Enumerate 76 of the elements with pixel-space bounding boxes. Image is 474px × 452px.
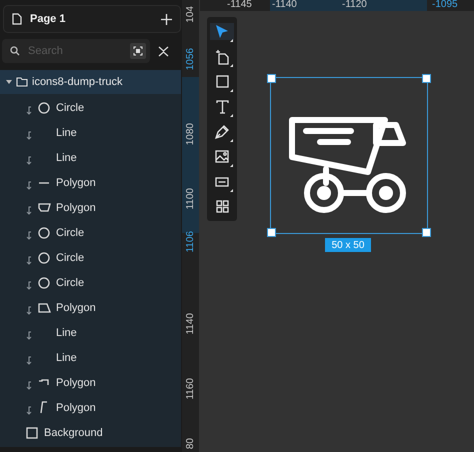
layer-item[interactable]: Polygon — [0, 370, 181, 395]
layer-item[interactable]: Line — [0, 345, 181, 370]
frame-icon — [133, 46, 143, 56]
return-arrow-icon — [26, 206, 32, 215]
selection-box[interactable] — [270, 77, 428, 234]
corner-icon — [40, 401, 48, 414]
page-icon — [12, 13, 22, 25]
resize-handle[interactable] — [267, 228, 276, 237]
page-title: Page 1 — [30, 13, 66, 25]
search-icon — [10, 46, 20, 56]
return-arrow-icon — [26, 181, 32, 190]
ruler-label: -1095 — [432, 0, 458, 10]
trapezoid-icon — [38, 203, 50, 212]
layer-item[interactable]: Polygon — [0, 395, 181, 420]
caret-icon[interactable] — [6, 79, 12, 85]
layer-item[interactable]: Circle — [0, 95, 181, 120]
layer-group[interactable]: icons8-dump-truck — [0, 70, 181, 94]
rectangle-icon[interactable] — [216, 75, 228, 88]
return-arrow-icon — [26, 331, 32, 340]
square-icon — [26, 426, 38, 438]
return-arrow-icon — [26, 306, 32, 315]
return-arrow-icon — [26, 381, 32, 390]
layer-item[interactable]: Circle — [0, 270, 181, 295]
dash-icon — [38, 180, 50, 184]
page-selector[interactable]: Page 1 — [3, 5, 181, 33]
layer-item[interactable]: Line — [0, 120, 181, 145]
circle-icon — [38, 226, 50, 238]
layer-group-name: icons8-dump-truck — [32, 76, 122, 88]
input-box-icon[interactable] — [215, 176, 229, 186]
return-arrow-icon — [26, 231, 32, 240]
size-label: 50 x 50 — [325, 238, 371, 252]
layer-item[interactable]: Line — [0, 320, 181, 345]
return-arrow-icon — [26, 131, 32, 140]
return-arrow-icon — [26, 356, 32, 365]
layer-item[interactable]: Background — [0, 420, 181, 445]
resize-handle[interactable] — [422, 228, 431, 237]
ruler-label: -1140 — [272, 0, 297, 10]
hook-icon — [38, 379, 50, 386]
return-arrow-icon — [26, 106, 32, 115]
layer-item[interactable]: Polygon — [0, 195, 181, 220]
circle-icon — [38, 252, 50, 264]
resize-handle[interactable] — [422, 74, 431, 83]
collapse-icon — [158, 46, 169, 56]
layer-item[interactable]: Circle — [0, 245, 181, 270]
layer-item[interactable]: Polygon — [0, 295, 181, 320]
cursor-icon[interactable] — [215, 24, 229, 39]
plus-icon[interactable] — [161, 14, 172, 24]
layer-item[interactable]: Polygon — [0, 170, 181, 195]
ruler-label: 1056 — [185, 48, 196, 70]
return-arrow-icon — [26, 281, 32, 290]
folder-icon — [16, 77, 28, 87]
circle-icon — [38, 276, 50, 288]
pen-icon[interactable] — [215, 124, 229, 138]
return-arrow-icon — [26, 156, 32, 165]
ruler-label: 1100 — [185, 188, 196, 210]
resize-handle[interactable] — [267, 74, 276, 83]
focus-button[interactable] — [130, 43, 146, 59]
ruler-label: 104 — [185, 6, 196, 23]
page-icon[interactable] — [215, 48, 229, 64]
ruler-label: 1140 — [185, 313, 196, 335]
return-arrow-icon — [26, 406, 32, 415]
image-icon[interactable] — [215, 150, 229, 163]
layer-item[interactable]: Circle — [0, 220, 181, 245]
ruler-label: 1160 — [185, 378, 196, 400]
ruler-label: -1145 — [227, 0, 252, 10]
circle-icon — [38, 102, 50, 114]
ruler-label: -1120 — [342, 0, 367, 10]
return-arrow-icon — [26, 256, 32, 265]
ruler-label: 1106 — [185, 231, 196, 253]
text-icon[interactable] — [216, 100, 228, 114]
ruler-label: 1080 — [185, 123, 196, 146]
ruler-label: 80 — [185, 438, 196, 450]
layer-item[interactable]: Line — [0, 145, 181, 170]
grid-icon[interactable] — [216, 200, 228, 213]
trapezoid-icon — [38, 302, 50, 312]
collapse-button[interactable] — [158, 46, 169, 56]
